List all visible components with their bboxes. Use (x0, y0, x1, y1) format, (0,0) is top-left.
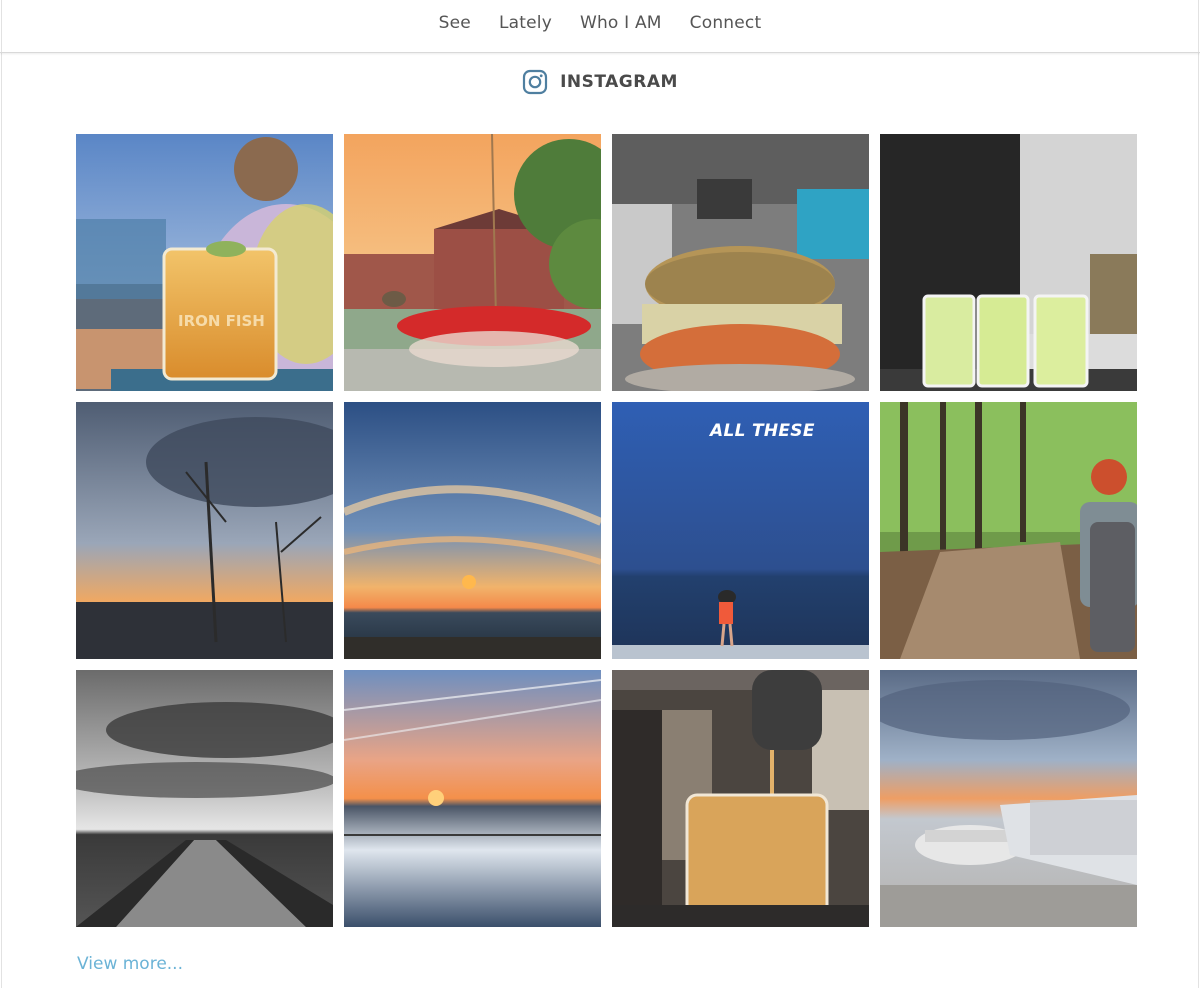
tile-beach-dusk[interactable]: ALL THESE (612, 402, 869, 659)
tile-winter-sunset[interactable] (76, 402, 333, 659)
iron-fish-logo: IRON FISH (178, 312, 265, 330)
nav-who-i-am[interactable]: Who I AM (580, 13, 662, 33)
nav-connect[interactable]: Connect (690, 13, 762, 33)
instagram-title: INSTAGRAM (560, 72, 678, 92)
tile-lake-sunset-clouds[interactable] (344, 402, 601, 659)
page-edge-right (1198, 0, 1199, 988)
tile-forest-hiker[interactable] (880, 402, 1137, 659)
tile-poured-cocktail[interactable] (612, 670, 869, 927)
instagram-icon[interactable] (522, 69, 548, 95)
instagram-header: INSTAGRAM (0, 66, 1200, 98)
view-more-link[interactable]: View more... (77, 954, 183, 974)
tile-shoreline-sunset[interactable] (344, 670, 601, 927)
tile-iron-fish-cocktail[interactable]: IRON FISH (76, 134, 333, 391)
nav-see[interactable]: See (439, 13, 471, 33)
tile-overlay-text: ALL THESE (710, 421, 815, 441)
page-edge-left (1, 0, 2, 988)
top-nav: See Lately Who I AM Connect (0, 0, 1200, 53)
tile-hummingbird-feeder[interactable] (344, 134, 601, 391)
tile-sprout-sandwich[interactable] (612, 134, 869, 391)
nav-lately[interactable]: Lately (499, 13, 552, 33)
tile-lemonade-shots[interactable] (880, 134, 1137, 391)
tile-bw-breakwater[interactable] (76, 670, 333, 927)
tile-airport-jetway[interactable] (880, 670, 1137, 927)
instagram-grid: IRON FISH ALL THESE (76, 134, 1137, 927)
